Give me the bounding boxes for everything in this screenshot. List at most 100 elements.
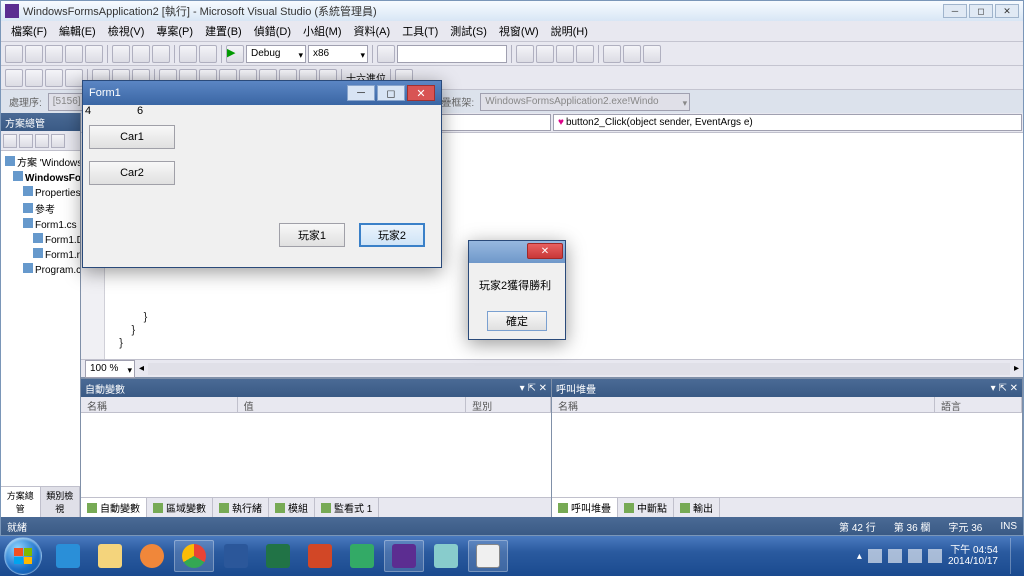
tray-icon-2[interactable]	[888, 549, 902, 563]
menu-team[interactable]: 小組(M)	[297, 21, 348, 41]
form1-titlebar[interactable]: Form1 ─ ◻ ✕	[83, 81, 441, 105]
solexp-tb2[interactable]	[19, 134, 33, 148]
tray-icon-1[interactable]	[868, 549, 882, 563]
menu-build[interactable]: 建置(B)	[199, 21, 248, 41]
hscroll-left[interactable]: ◂	[139, 363, 144, 374]
menu-edit[interactable]: 編輯(E)	[53, 21, 102, 41]
menu-file[interactable]: 檔案(F)	[5, 21, 53, 41]
tb-btn-d[interactable]	[576, 45, 594, 63]
maximize-button[interactable]: ◻	[969, 4, 993, 18]
task-word[interactable]	[216, 540, 256, 572]
callstack-col-name[interactable]: 名稱	[552, 397, 935, 412]
tab-breakpoints[interactable]: 中斷點	[618, 498, 674, 517]
autos-col-value[interactable]: 值	[238, 397, 467, 412]
autos-col-type[interactable]: 型別	[466, 397, 551, 412]
messagebox-titlebar[interactable]: ✕	[469, 241, 565, 263]
task-mediaplayer[interactable]	[132, 540, 172, 572]
solution-tree[interactable]: 方案 'WindowsF WindowsForm Properties 參考 F…	[1, 151, 80, 486]
messagebox[interactable]: ✕ 玩家2獲得勝利 確定	[468, 240, 566, 340]
menu-test[interactable]: 測試(S)	[444, 21, 493, 41]
player2-button[interactable]: 玩家2	[359, 223, 425, 247]
tb-btn-g[interactable]	[643, 45, 661, 63]
tb-btn-f[interactable]	[623, 45, 641, 63]
redo-button[interactable]	[199, 45, 217, 63]
close-button[interactable]: ✕	[995, 4, 1019, 18]
minimize-button[interactable]: ─	[943, 4, 967, 18]
undo-button[interactable]	[179, 45, 197, 63]
form1-maximize[interactable]: ◻	[377, 85, 405, 101]
save-button[interactable]	[65, 45, 83, 63]
form1-window[interactable]: Form1 ─ ◻ ✕ 4 6 Car1 Car2 玩家1 玩家2	[82, 80, 442, 268]
tab-threads[interactable]: 執行緒	[213, 498, 269, 517]
tab-output[interactable]: 輸出	[674, 498, 720, 517]
task-ie[interactable]	[48, 540, 88, 572]
quick-find[interactable]	[397, 45, 507, 63]
messagebox-ok-button[interactable]: 確定	[487, 311, 547, 331]
paste-button[interactable]	[152, 45, 170, 63]
tb-btn-e[interactable]	[603, 45, 621, 63]
menu-view[interactable]: 檢視(V)	[102, 21, 151, 41]
tab-class-view[interactable]: 類別檢視	[41, 487, 81, 517]
tray-network-icon[interactable]	[908, 549, 922, 563]
start-button[interactable]: ▶	[226, 45, 244, 63]
messagebox-close[interactable]: ✕	[527, 243, 563, 259]
show-desktop-button[interactable]	[1010, 538, 1020, 574]
task-paint[interactable]	[426, 540, 466, 572]
task-app1[interactable]	[342, 540, 382, 572]
find-button[interactable]	[377, 45, 395, 63]
stop-button[interactable]	[45, 69, 63, 87]
solexp-tb1[interactable]	[3, 134, 17, 148]
copy-button[interactable]	[132, 45, 150, 63]
autos-pin-icon[interactable]: ▾ ⇱ ✕	[520, 383, 547, 394]
task-form1[interactable]	[468, 540, 508, 572]
car2-button[interactable]: Car2	[89, 161, 175, 185]
tab-modules[interactable]: 模組	[269, 498, 315, 517]
callstack-pin-icon[interactable]: ▾ ⇱ ✕	[991, 383, 1018, 394]
continue-button[interactable]	[5, 69, 23, 87]
task-powerpoint[interactable]	[300, 540, 340, 572]
tb-btn-c[interactable]	[556, 45, 574, 63]
tab-watch1[interactable]: 監看式 1	[315, 498, 379, 517]
save-all-button[interactable]	[85, 45, 103, 63]
platform-combo[interactable]: x86	[308, 45, 368, 63]
new-project-button[interactable]	[5, 45, 23, 63]
tab-locals[interactable]: 區域變數	[147, 498, 213, 517]
add-item-button[interactable]	[25, 45, 43, 63]
solexp-tb4[interactable]	[51, 134, 65, 148]
form1-minimize[interactable]: ─	[347, 85, 375, 101]
menu-debug[interactable]: 偵錯(D)	[248, 21, 297, 41]
open-button[interactable]	[45, 45, 63, 63]
menu-tools[interactable]: 工具(T)	[396, 21, 444, 41]
autos-body[interactable]	[81, 413, 551, 497]
member-combo[interactable]: ♥button2_Click(object sender, EventArgs …	[553, 114, 1022, 131]
task-visualstudio[interactable]	[384, 540, 424, 572]
task-excel[interactable]	[258, 540, 298, 572]
tab-solution-explorer[interactable]: 方案總管	[1, 487, 41, 517]
hscrollbar[interactable]	[148, 363, 1010, 375]
tab-autos[interactable]: 自動變數	[81, 498, 147, 517]
start-button[interactable]	[4, 537, 42, 575]
break-button[interactable]	[25, 69, 43, 87]
menu-project[interactable]: 專案(P)	[150, 21, 199, 41]
taskbar-clock[interactable]: 下午 04:54 2014/10/17	[948, 545, 1004, 567]
hscroll-right[interactable]: ▸	[1014, 363, 1019, 374]
solexp-tb3[interactable]	[35, 134, 49, 148]
cut-button[interactable]	[112, 45, 130, 63]
car1-button[interactable]: Car1	[89, 125, 175, 149]
task-explorer[interactable]	[90, 540, 130, 572]
callstack-col-lang[interactable]: 語言	[935, 397, 1022, 412]
form1-close[interactable]: ✕	[407, 85, 435, 101]
tb-btn-a[interactable]	[516, 45, 534, 63]
tray-arrow-icon[interactable]: ▴	[857, 551, 862, 562]
zoom-combo[interactable]: 100 %	[85, 360, 135, 378]
menu-help[interactable]: 說明(H)	[545, 21, 594, 41]
menu-data[interactable]: 資料(A)	[348, 21, 397, 41]
tray-volume-icon[interactable]	[928, 549, 942, 563]
stackframe-combo[interactable]: WindowsFormsApplication2.exe!Windo	[480, 93, 690, 111]
callstack-body[interactable]	[552, 413, 1022, 497]
autos-col-name[interactable]: 名稱	[81, 397, 238, 412]
restart-button[interactable]	[65, 69, 83, 87]
task-chrome[interactable]	[174, 540, 214, 572]
tab-callstack[interactable]: 呼叫堆疊	[552, 498, 618, 517]
player1-button[interactable]: 玩家1	[279, 223, 345, 247]
